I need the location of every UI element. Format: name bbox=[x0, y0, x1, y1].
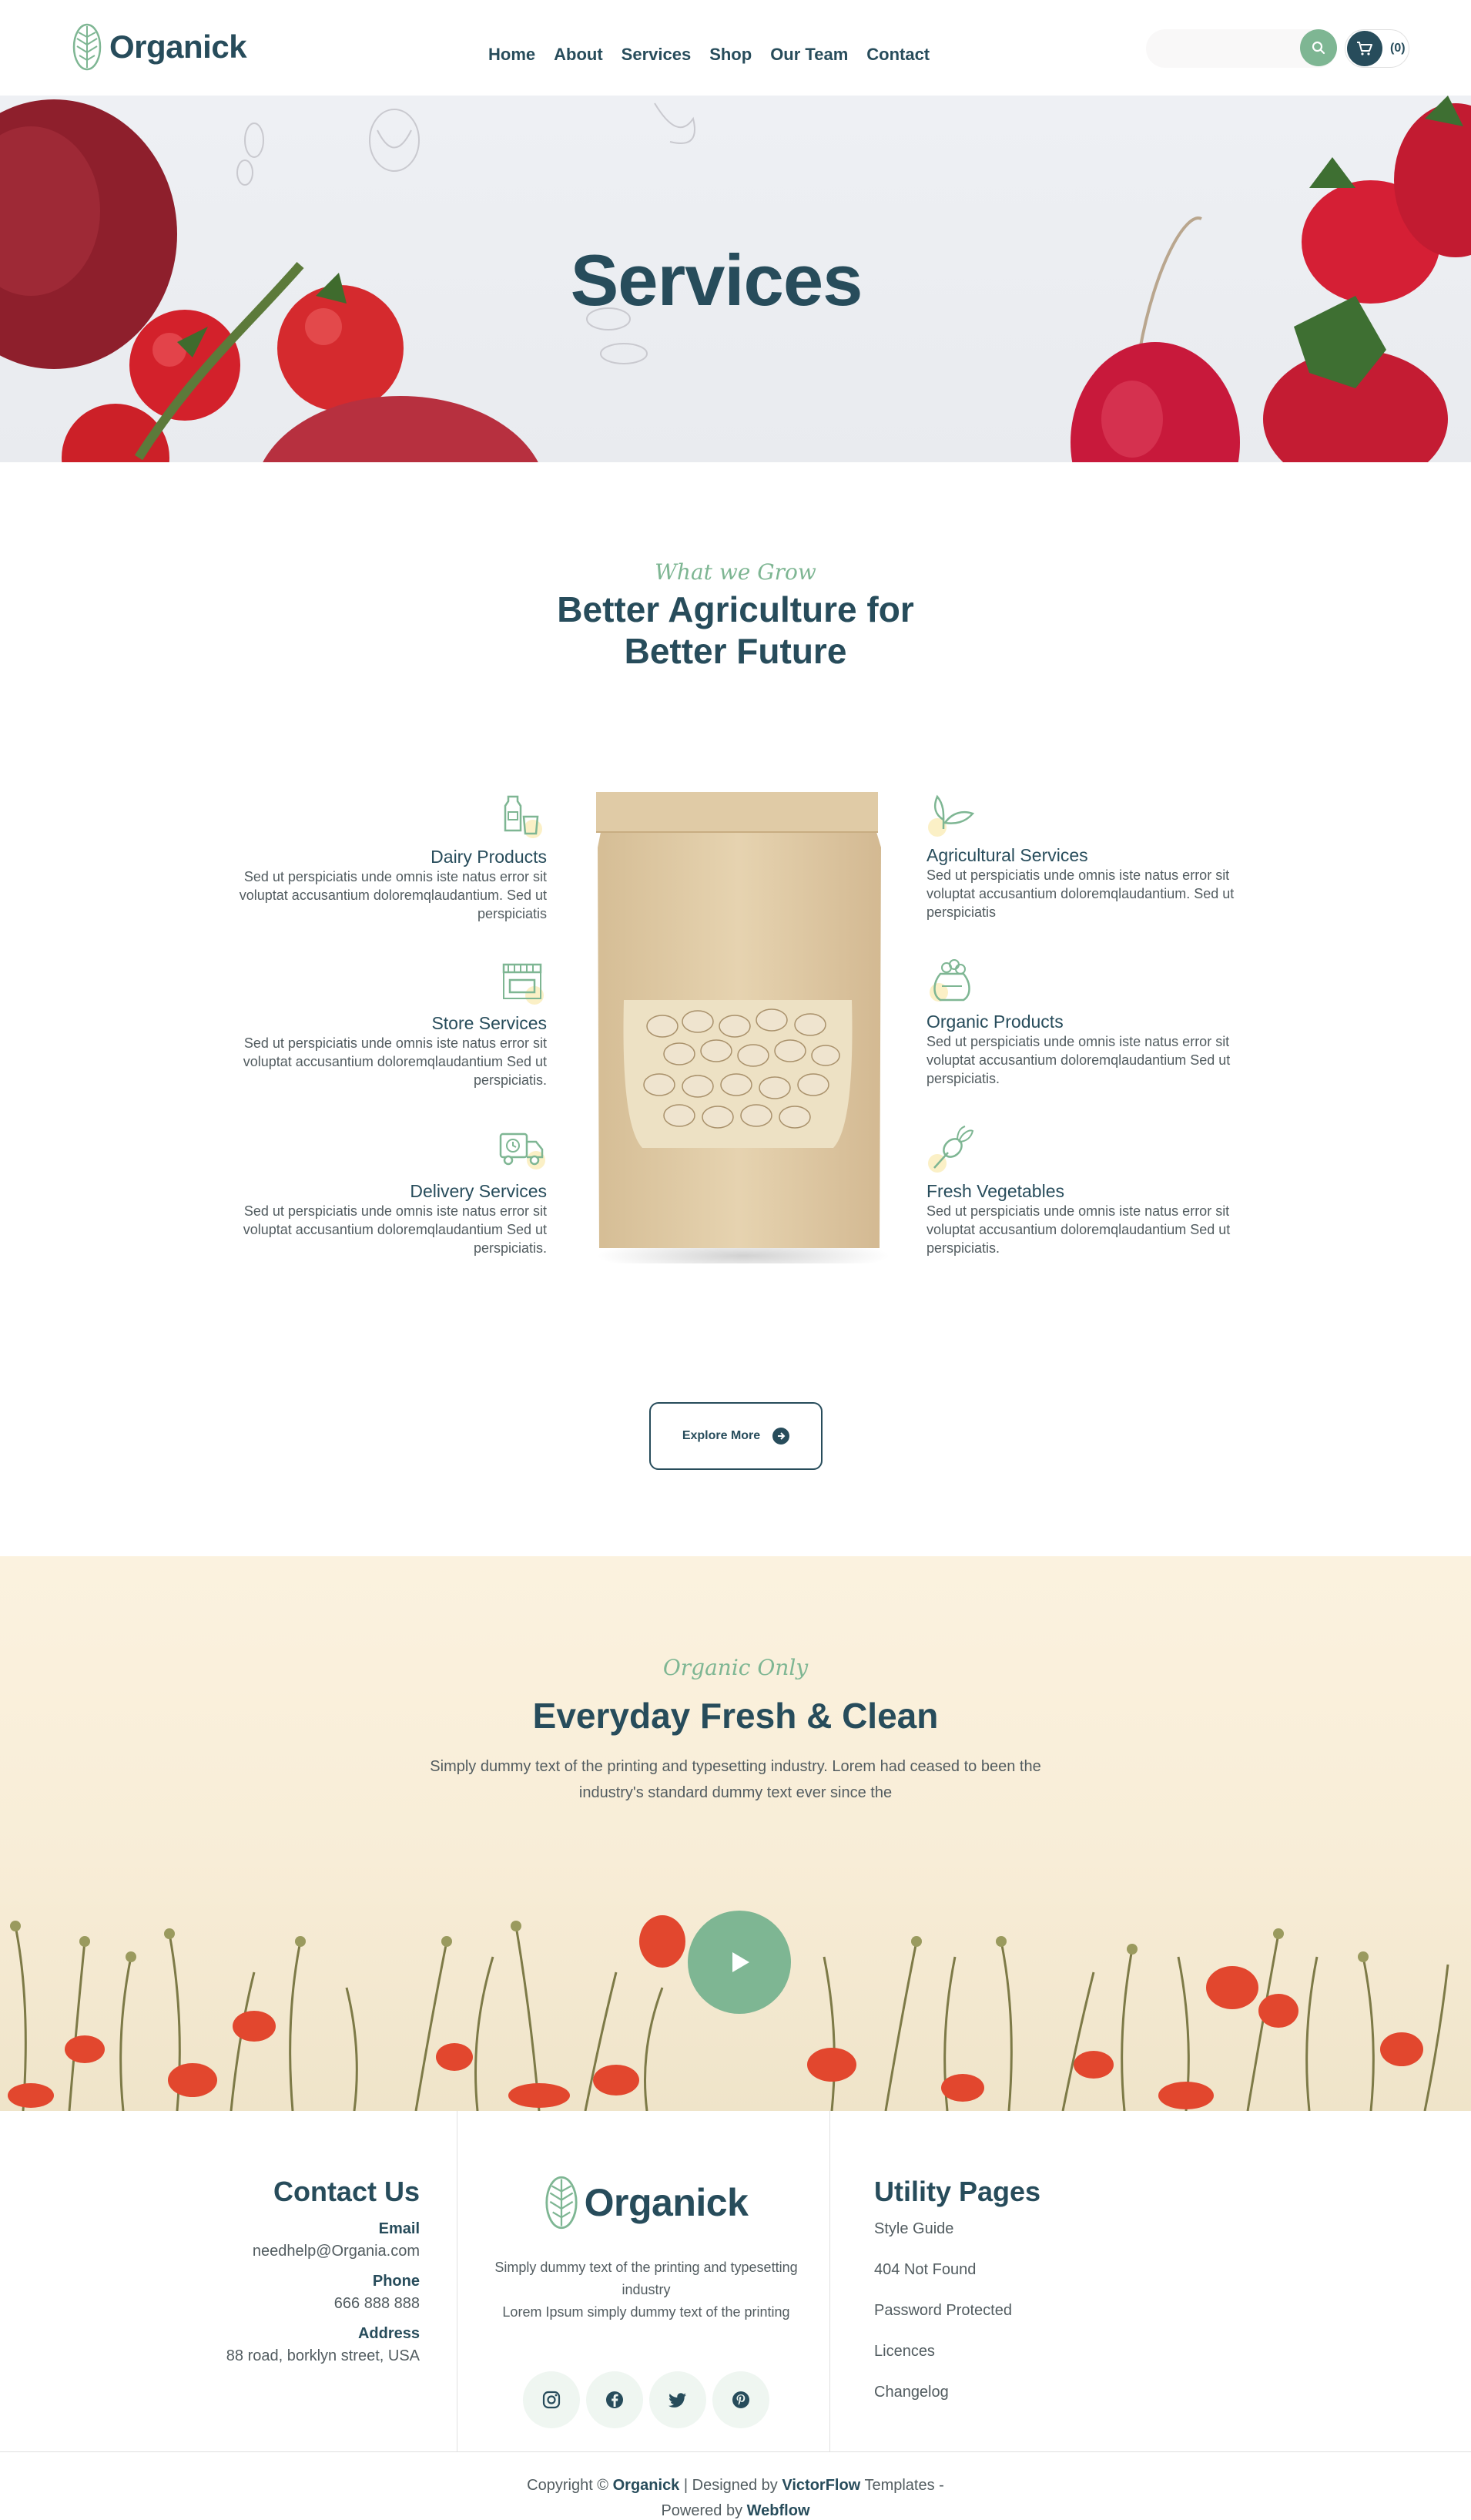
site-footer: Contact Us Email needhelp@Organia.com Ph… bbox=[0, 2111, 1471, 2520]
service-title: Dairy Products bbox=[431, 847, 547, 867]
play-video-button[interactable] bbox=[688, 1911, 791, 2014]
copyright-suffix: Templates - bbox=[864, 2477, 944, 2494]
link-changelog[interactable]: Changelog bbox=[874, 2384, 1182, 2401]
service-description: Sed ut perspiciatis unde omnis iste natu… bbox=[926, 1203, 1231, 1256]
link-password-protected[interactable]: Password Protected bbox=[874, 2302, 1182, 2320]
footer-brand: Organick Simply dummy text of the printi… bbox=[462, 2111, 830, 2451]
site-header: Organick Home About Services Shop Our Te… bbox=[0, 0, 1471, 96]
address-value: 88 road, borklyn street, USA bbox=[226, 2347, 420, 2364]
brand-name: Organick bbox=[109, 29, 247, 65]
footer-contact: Contact Us Email needhelp@Organia.com Ph… bbox=[154, 2111, 420, 2451]
address-label: Address bbox=[357, 2325, 420, 2342]
nav-services[interactable]: Services bbox=[622, 45, 692, 65]
services-heading-line1: Better Agriculture for bbox=[557, 589, 914, 629]
instagram-icon[interactable] bbox=[523, 2371, 580, 2428]
fresh-description-line1: Simply dummy text of the printing and ty… bbox=[430, 1758, 1041, 1775]
service-delivery-services: Delivery Services Sed ut perspiciatis un… bbox=[223, 1125, 547, 1257]
service-description: Sed ut perspiciatis unde omnis iste natu… bbox=[926, 1034, 1231, 1086]
service-title: Store Services bbox=[431, 1013, 547, 1033]
service-title: Agricultural Services bbox=[926, 845, 1088, 865]
phone-label: Phone bbox=[372, 2273, 420, 2290]
search-button[interactable] bbox=[1300, 29, 1337, 66]
copyright-text: Copyright © Organick | Designed by Victo… bbox=[447, 2473, 1024, 2520]
service-dairy-products: Dairy Products Sed ut perspiciatis unde … bbox=[223, 790, 547, 923]
nav-shop[interactable]: Shop bbox=[709, 45, 752, 65]
copyright-prefix: Copyright © bbox=[527, 2477, 609, 2494]
storefront-icon bbox=[502, 963, 544, 1005]
leaf-logo-icon bbox=[545, 2176, 578, 2230]
fresh-description: Simply dummy text of the printing and ty… bbox=[397, 1753, 1074, 1806]
service-title: Fresh Vegetables bbox=[926, 1181, 1065, 1201]
link-404-not-found[interactable]: 404 Not Found bbox=[874, 2261, 1182, 2279]
nav-our-team[interactable]: Our Team bbox=[770, 45, 848, 65]
service-title: Delivery Services bbox=[410, 1181, 547, 1201]
copyright-powered: Powered by bbox=[661, 2502, 743, 2519]
explore-more-label: Explore More bbox=[682, 1429, 761, 1442]
main-nav: Home About Services Shop Our Team Contac… bbox=[488, 45, 930, 65]
email-label: Email bbox=[378, 2220, 420, 2237]
service-agricultural-services: Agricultural Services Sed ut perspiciati… bbox=[926, 789, 1250, 921]
services-heading-line2: Better Future bbox=[624, 631, 847, 671]
poppy-field-illustration bbox=[8, 1915, 1449, 2111]
link-style-guide[interactable]: Style Guide bbox=[874, 2220, 1182, 2238]
footer-divider bbox=[829, 2111, 830, 2451]
page-title: Services bbox=[570, 240, 863, 320]
service-title: Organic Products bbox=[926, 1012, 1064, 1032]
copyright-mid: | Designed by bbox=[683, 2477, 778, 2494]
nav-home[interactable]: Home bbox=[488, 45, 535, 65]
copyright-platform[interactable]: Webflow bbox=[747, 2502, 810, 2519]
produce-sack-icon bbox=[930, 959, 970, 1002]
fresh-description-line2: industry's standard dummy text ever sinc… bbox=[578, 1784, 893, 1801]
service-description: Sed ut perspiciatis unde omnis iste natu… bbox=[926, 867, 1235, 920]
footer-brand-name: Organick bbox=[584, 2181, 749, 2224]
footer-bottom-divider bbox=[0, 2451, 1471, 2452]
radish-icon bbox=[928, 1126, 974, 1173]
footer-brand-text-line1: Simply dummy text of the printing and ty… bbox=[494, 2260, 798, 2297]
footer-contact-title: Contact Us bbox=[273, 2176, 420, 2207]
pinterest-icon[interactable] bbox=[712, 2371, 769, 2428]
arrow-right-icon bbox=[772, 1428, 790, 1445]
fresh-eyebrow: Organic Only bbox=[662, 1655, 809, 1680]
delivery-truck-icon bbox=[499, 1132, 545, 1169]
organic-video-section: Organic Only Everyday Fresh & Clean Simp… bbox=[0, 1556, 1471, 2111]
social-links bbox=[462, 2371, 830, 2428]
cart-count: (0) bbox=[1390, 42, 1406, 55]
cart-button[interactable]: (0) bbox=[1345, 29, 1409, 68]
twitter-icon[interactable] bbox=[649, 2371, 706, 2428]
leaf-logo-icon bbox=[72, 23, 102, 71]
service-store-services: Store Services Sed ut perspiciatis unde … bbox=[223, 957, 547, 1089]
footer-logo[interactable]: Organick bbox=[545, 2176, 749, 2230]
leaf-sprout-icon bbox=[928, 794, 975, 837]
facebook-icon[interactable] bbox=[586, 2371, 643, 2428]
cart-icon-circle bbox=[1347, 31, 1382, 66]
footer-brand-text: Simply dummy text of the printing and ty… bbox=[477, 2257, 815, 2324]
copyright-designer[interactable]: VictorFlow bbox=[782, 2477, 860, 2494]
milk-bottle-icon bbox=[504, 795, 542, 838]
copyright-brand[interactable]: Organick bbox=[613, 2477, 680, 2494]
service-description: Sed ut perspiciatis unde omnis iste natu… bbox=[239, 869, 547, 921]
footer-utility-title: Utility Pages bbox=[874, 2176, 1041, 2207]
service-description: Sed ut perspiciatis unde omnis iste natu… bbox=[243, 1035, 547, 1088]
explore-more-button[interactable]: Explore More bbox=[649, 1402, 823, 1470]
footer-brand-text-line2: Lorem Ipsum simply dummy text of the pri… bbox=[502, 2304, 790, 2320]
fresh-heading: Everyday Fresh & Clean bbox=[532, 1696, 939, 1736]
pistachio-pouch-image bbox=[585, 786, 893, 1273]
nav-contact[interactable]: Contact bbox=[866, 45, 930, 65]
nav-about[interactable]: About bbox=[554, 45, 603, 65]
services-eyebrow: What we Grow bbox=[655, 559, 816, 585]
link-licences[interactable]: Licences bbox=[874, 2343, 1182, 2361]
footer-utility-pages: Utility Pages Style Guide 404 Not Found … bbox=[874, 2111, 1182, 2451]
service-description: Sed ut perspiciatis unde omnis iste natu… bbox=[243, 1203, 547, 1256]
phone-value[interactable]: 666 888 888 bbox=[154, 2295, 420, 2313]
play-icon bbox=[732, 1952, 749, 1972]
search-icon bbox=[1312, 41, 1325, 55]
cart-icon bbox=[1357, 42, 1372, 55]
brand-logo[interactable]: Organick bbox=[72, 23, 247, 71]
service-fresh-vegetables: Fresh Vegetables Sed ut perspiciatis und… bbox=[926, 1125, 1250, 1257]
hero-banner: Services bbox=[0, 96, 1471, 462]
email-value[interactable]: needhelp@Organia.com bbox=[154, 2243, 420, 2260]
service-organic-products: Organic Products Sed ut perspiciatis und… bbox=[926, 955, 1250, 1088]
services-heading: Better Agriculture for Better Future bbox=[504, 589, 967, 672]
